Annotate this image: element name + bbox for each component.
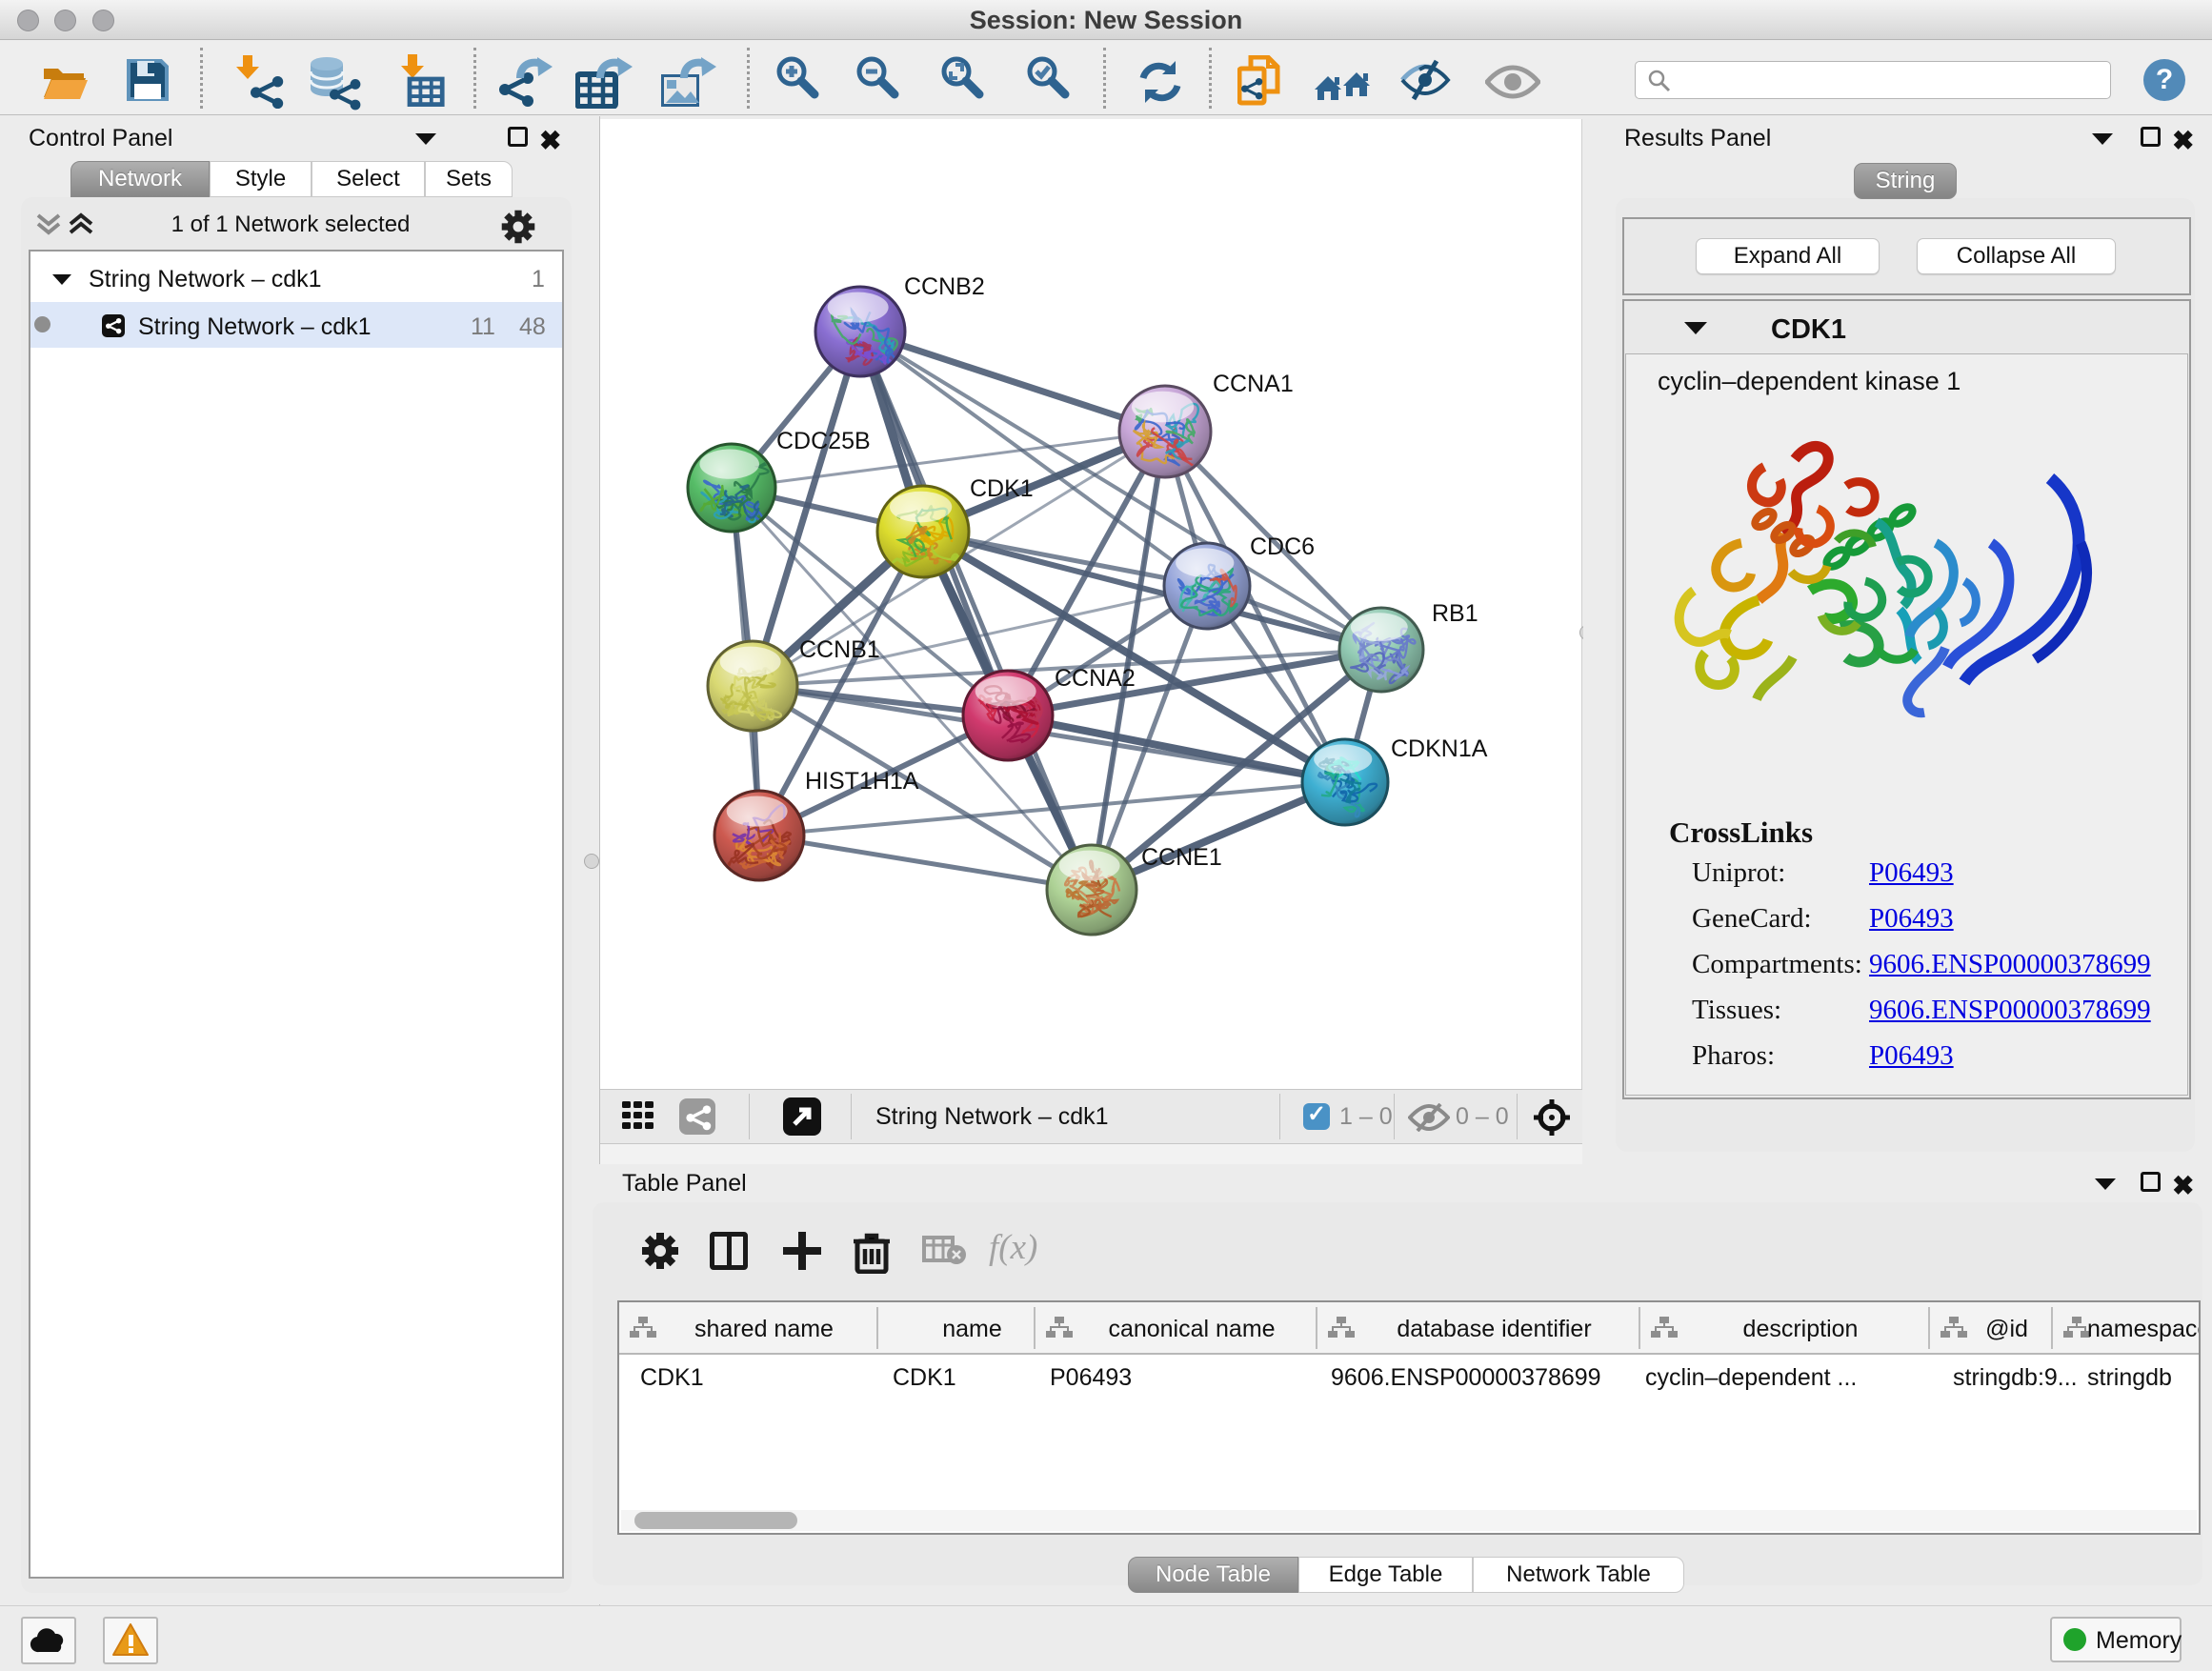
svg-text:CDK1: CDK1: [970, 475, 1034, 502]
svg-text:CDC25B: CDC25B: [776, 428, 871, 454]
svg-text:CCNA1: CCNA1: [1213, 371, 1294, 397]
svg-text:CCNA2: CCNA2: [1055, 665, 1136, 692]
svg-text:CCNB2: CCNB2: [904, 273, 985, 300]
svg-text:RB1: RB1: [1432, 600, 1478, 627]
svg-text:HIST1H1A: HIST1H1A: [805, 768, 919, 795]
svg-text:CDKN1A: CDKN1A: [1391, 735, 1488, 762]
svg-text:CCNB1: CCNB1: [799, 636, 880, 663]
svg-text:CDC6: CDC6: [1250, 534, 1315, 560]
svg-text:CCNE1: CCNE1: [1141, 844, 1222, 871]
